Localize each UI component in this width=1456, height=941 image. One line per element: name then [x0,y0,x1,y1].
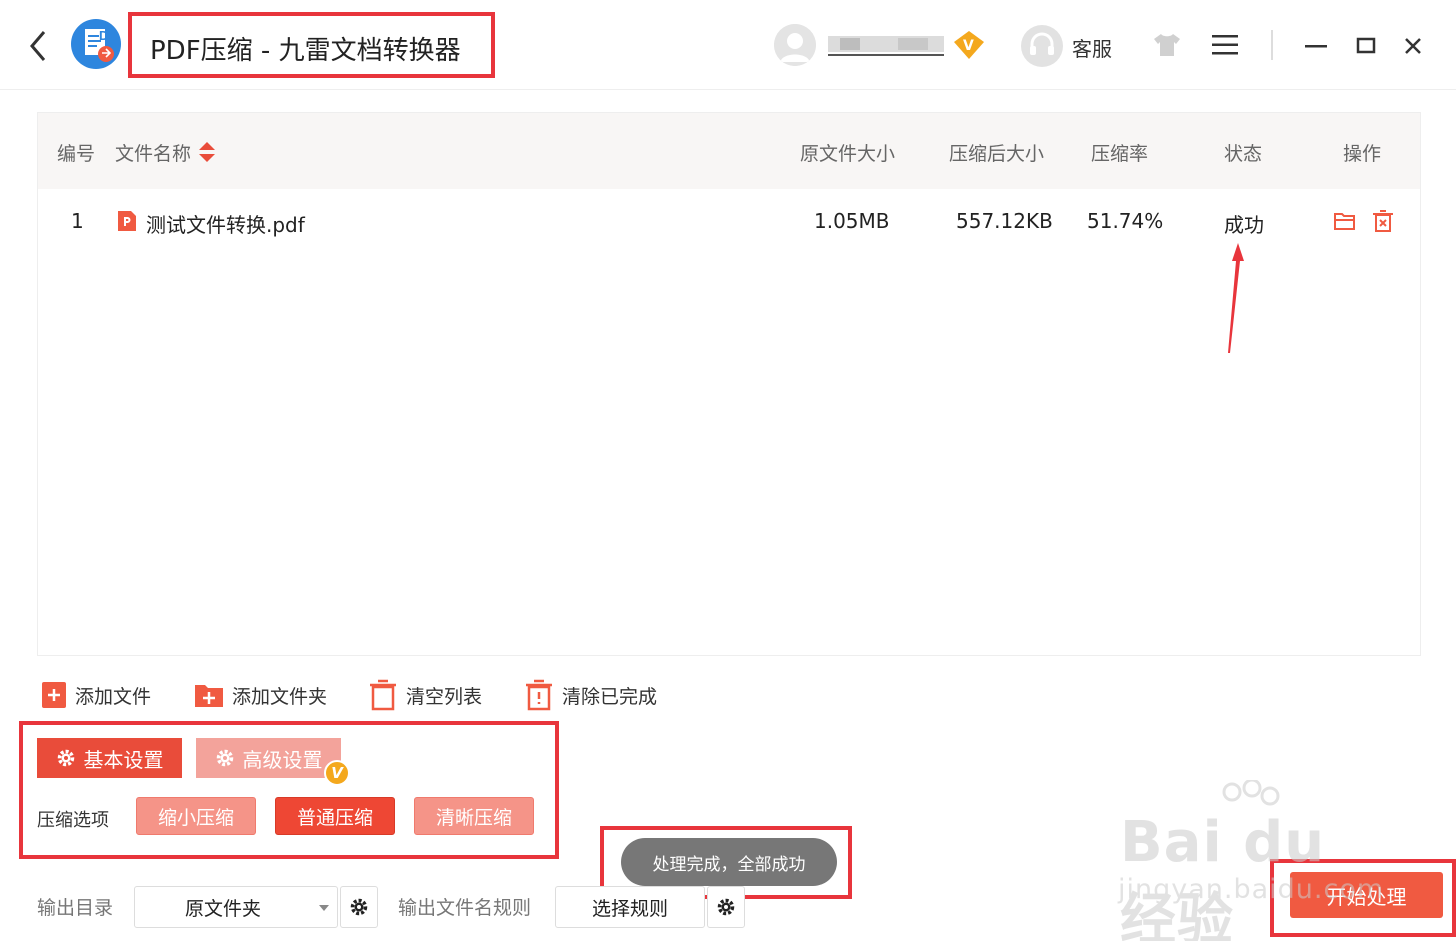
header-file-name[interactable]: 文件名称 [115,139,191,166]
add-folder-label: 添加文件夹 [232,685,328,708]
option-clear-compress[interactable]: 清晰压缩 [414,797,534,835]
add-file-icon [42,682,66,708]
app-logo-icon: D [71,19,121,69]
add-file-label: 添加文件 [75,685,152,708]
row-compressed-size: 557.12KB [956,209,1053,233]
user-avatar[interactable] [774,24,816,66]
header-ratio: 压缩率 [1091,143,1149,165]
gear-icon [717,898,735,916]
back-arrow-icon[interactable] [24,26,54,66]
output-dir-select[interactable]: 原文件夹 [134,886,338,928]
output-dir-label: 输出目录 [37,897,114,919]
header-compressed-size: 压缩后大小 [949,143,1045,165]
open-folder-icon[interactable] [1333,210,1357,232]
delete-icon[interactable] [1372,209,1394,233]
option-normal-compress[interactable]: 普通压缩 [275,797,395,835]
row-file-name: 测试文件转换.pdf [146,213,305,237]
svg-text:D: D [99,28,108,43]
select-rule-button[interactable]: 选择规则 [555,886,705,928]
title-annotation-box: PDF压缩 - 九雷文档转换器 [128,12,495,78]
row-ratio: 51.74% [1087,209,1164,233]
option-shrink-compress[interactable]: 缩小压缩 [136,797,256,835]
tab-advanced-settings[interactable]: 高级设置 [196,738,341,778]
vip-badge-icon[interactable]: V [953,30,985,60]
headset-icon[interactable] [1020,24,1064,68]
tab-basic-settings[interactable]: 基本设置 [37,738,182,778]
tab-basic-label: 基本设置 [83,747,164,772]
clear-list-label: 清空列表 [406,685,483,708]
header-actions: 操作 [1343,143,1382,165]
table-header: 编号 文件名称 原文件大小 压缩后大小 压缩率 状态 操作 [38,113,1420,189]
tshirt-icon[interactable] [1152,32,1182,58]
header-status: 状态 [1224,143,1263,165]
add-file-button[interactable]: 添加文件 [41,679,151,711]
trash-icon [370,679,396,711]
svg-text:V: V [963,38,974,54]
avatar-icon [774,24,816,66]
vip-v-badge: V [324,760,350,786]
output-dir-value: 原文件夹 [185,897,262,920]
window-title: PDF压缩 - 九雷文档转换器 [150,36,461,66]
titlebar-divider [1271,30,1273,60]
menu-icon[interactable] [1210,33,1240,57]
add-folder-button[interactable]: 添加文件夹 [194,679,327,711]
row-original-size: 1.05MB [814,209,890,233]
compress-options-label: 压缩选项 [37,810,109,831]
annotation-arrow [1228,243,1244,353]
close-icon[interactable] [1397,30,1429,62]
watermark-url: jingyan.baidu.com [1118,874,1385,905]
customer-service-label[interactable]: 客服 [1072,33,1112,62]
sort-icon[interactable] [198,140,216,164]
header-original-size: 原文件大小 [800,143,896,165]
maximize-icon[interactable] [1350,30,1382,62]
minimize-icon[interactable] [1300,30,1332,62]
filename-rule-label: 输出文件名规则 [398,897,532,919]
gear-icon [216,749,233,767]
clear-done-label: 清除已完成 [562,685,658,708]
chevron-down-icon [319,905,329,911]
clear-list-button[interactable]: 清空列表 [368,679,482,711]
baidu-watermark: Bai du 经验 jingyan.baidu.com [1110,780,1400,941]
gear-icon [57,749,74,767]
tab-advanced-label: 高级设置 [242,747,323,772]
filename-rule-settings-button[interactable] [707,886,745,928]
row-index: 1 [71,209,84,233]
pdf-file-icon [118,211,136,231]
output-dir-settings-button[interactable] [340,886,378,928]
file-table: 编号 文件名称 原文件大小 压缩后大小 压缩率 状态 操作 1 测试文件转换.p… [37,112,1421,656]
completion-toast: 处理完成，全部成功 [621,838,837,886]
clear-done-button[interactable]: 清除已完成 [524,679,657,711]
username-redacted[interactable] [828,34,944,56]
title-bar: D PDF压缩 - 九雷文档转换器 V 客服 [0,0,1456,90]
row-status: 成功 [1224,213,1264,237]
trash-clear-icon [526,679,552,711]
gear-icon [350,898,368,916]
add-folder-icon [195,685,223,707]
header-index: 编号 [57,143,96,165]
